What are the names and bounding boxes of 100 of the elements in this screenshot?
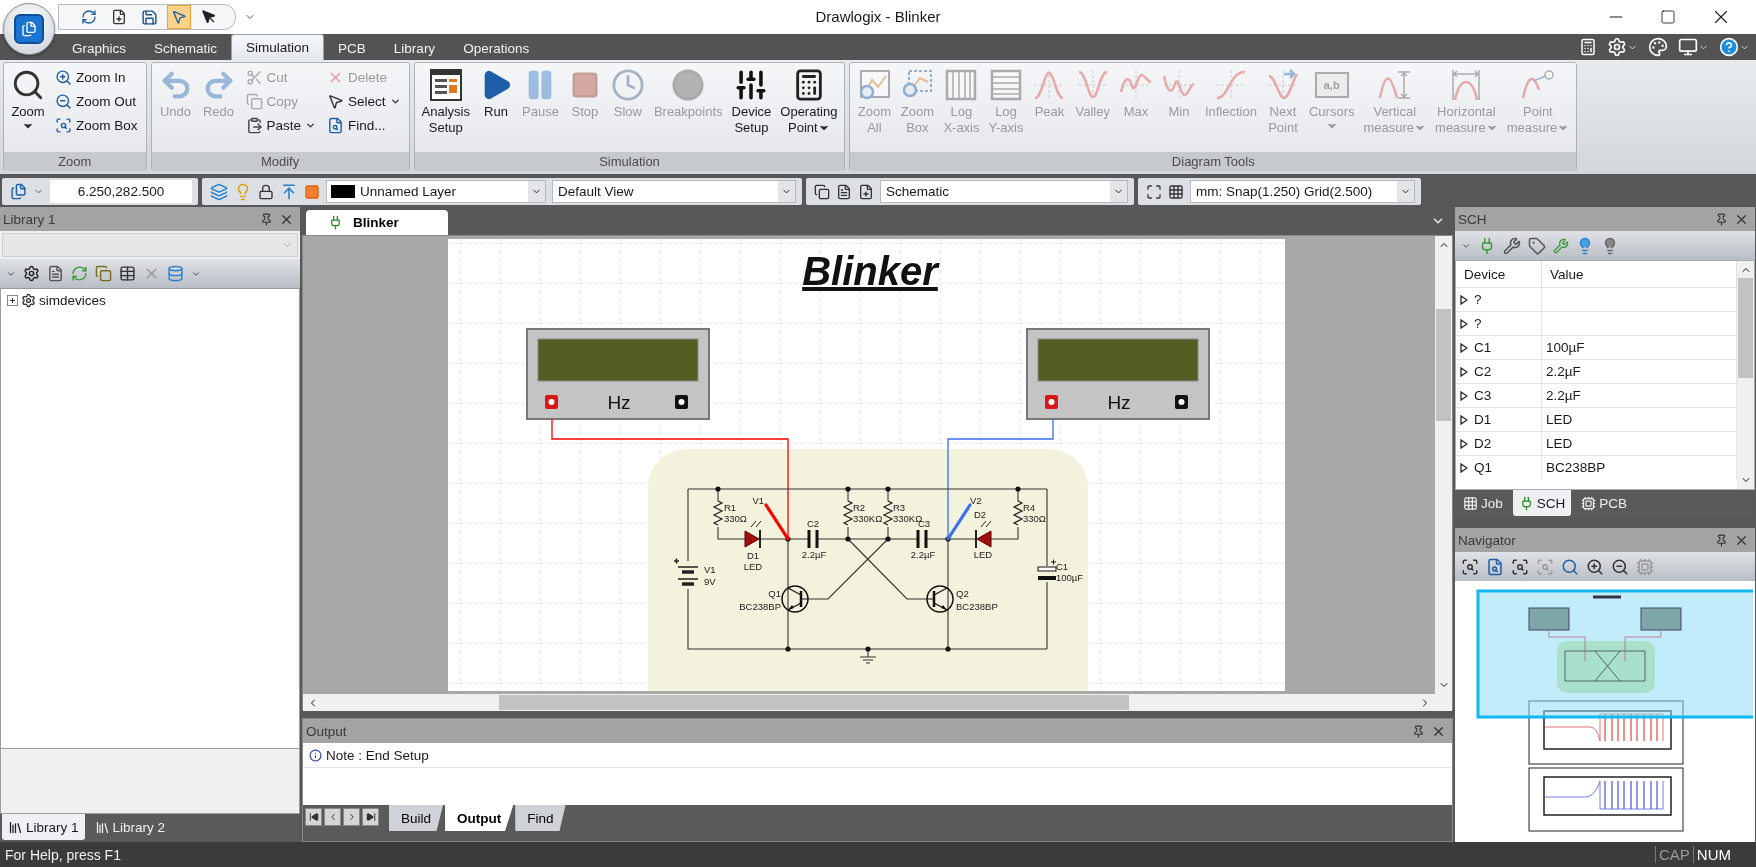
pin-icon[interactable]: [1715, 212, 1728, 226]
new-file-icon[interactable]: [858, 183, 874, 200]
junction-dot: [945, 646, 951, 652]
expand-arrow-icon[interactable]: [1460, 294, 1468, 305]
zoom-in-icon[interactable]: [1586, 557, 1604, 576]
zoom-out-icon: [55, 92, 72, 110]
table-icon[interactable]: [119, 265, 136, 282]
tag-icon[interactable]: [1528, 236, 1546, 255]
pin-icon[interactable]: [1715, 533, 1728, 547]
expand-arrow-icon[interactable]: [1460, 390, 1468, 401]
database-icon[interactable]: [167, 265, 184, 282]
expand-arrow-icon[interactable]: [1460, 438, 1468, 449]
layer-dropdown[interactable]: Unnamed Layer: [326, 180, 546, 203]
group-label: Diagram Tools: [850, 152, 1577, 171]
ribbon-button[interactable]: Zoom Out: [53, 90, 140, 112]
menu-tab[interactable]: PCB: [324, 36, 380, 60]
snap-icon[interactable]: [1146, 183, 1162, 200]
panel-tab[interactable]: Job: [1457, 490, 1509, 516]
expand-arrow-icon[interactable]: [1460, 342, 1468, 353]
help-icon[interactable]: [1719, 37, 1739, 57]
document-icon[interactable]: [47, 265, 64, 282]
coordinates-field: 6.250,282.500: [50, 180, 192, 203]
ribbon-button[interactable]: Zoom Box: [53, 114, 140, 136]
first-page-button[interactable]: [305, 808, 322, 826]
expand-icon[interactable]: [7, 295, 18, 306]
ribbon-button[interactable]: Zoom In: [53, 66, 140, 88]
sheet-dropdown[interactable]: Schematic: [880, 180, 1128, 203]
tree-item[interactable]: simdevices: [39, 293, 106, 308]
grid-icon[interactable]: [1168, 183, 1184, 200]
expand-arrow-icon[interactable]: [1460, 414, 1468, 425]
component-reference: C1: [1056, 561, 1069, 572]
palette-icon[interactable]: [1648, 37, 1668, 57]
document-icon[interactable]: [836, 183, 852, 200]
menu-tab[interactable]: Operations: [449, 36, 544, 60]
selection-icon: [327, 92, 345, 110]
arrow-up-icon[interactable]: [280, 182, 298, 201]
gear-icon[interactable]: [23, 265, 40, 282]
zoom-out-icon[interactable]: [1611, 557, 1629, 576]
panel-tab[interactable]: Output: [445, 805, 514, 831]
expand-arrow-icon[interactable]: [1460, 462, 1468, 473]
grid-dropdown[interactable]: mm: Snap(1.250) Grid(2.500): [1190, 180, 1415, 203]
lock-icon[interactable]: [258, 183, 274, 200]
document-tab[interactable]: Blinker: [306, 210, 448, 235]
setup-panel-icon: [428, 68, 463, 102]
ribbon-button[interactable]: Run: [475, 66, 517, 152]
status-text: For Help, press F1: [4, 846, 122, 863]
copy-icon[interactable]: [814, 183, 830, 200]
horizontal-scrollbar[interactable]: [303, 694, 1435, 711]
scroll-thumb[interactable]: [499, 695, 1129, 710]
table-cell: D2: [1474, 435, 1492, 452]
chart-zoom-icon: [857, 68, 892, 102]
ribbon-button[interactable]: Device Setup: [727, 66, 776, 152]
copy-icon: [245, 92, 263, 110]
layer-color-icon[interactable]: [304, 183, 320, 200]
menu-tab[interactable]: Graphics: [58, 36, 141, 60]
panel-tab[interactable]: PCB: [1575, 490, 1634, 516]
panel-tab[interactable]: Library 1: [2, 814, 85, 840]
menu-tab[interactable]: Library: [379, 36, 450, 60]
scroll-thumb[interactable]: [1738, 277, 1753, 378]
component-value: 330Ω: [724, 513, 747, 524]
last-page-button[interactable]: [362, 808, 379, 826]
vertical-scrollbar[interactable]: [1737, 261, 1754, 489]
settings-icon[interactable]: [1607, 37, 1627, 57]
panel-tab[interactable]: Build: [389, 805, 444, 831]
window-layout-icon[interactable]: [1678, 37, 1698, 57]
ribbon-button[interactable]: Paste: [243, 114, 319, 136]
wrench-icon[interactable]: [1503, 236, 1521, 255]
component-reference: R1: [724, 502, 737, 513]
expand-arrow-icon[interactable]: [1460, 318, 1468, 329]
page-search-icon[interactable]: [1486, 557, 1504, 576]
breakpoint-icon: [671, 68, 706, 102]
calculator-icon[interactable]: [1579, 38, 1597, 56]
panel-tab[interactable]: Find: [515, 805, 566, 831]
expand-arrow-icon[interactable]: [1460, 366, 1468, 377]
pin-icon[interactable]: [1412, 724, 1425, 738]
vertical-measure-icon: [1377, 68, 1412, 102]
refresh-icon[interactable]: [71, 265, 88, 282]
layers-icon[interactable]: [210, 182, 228, 201]
documents-icon: [21, 21, 37, 37]
magnifier-icon: [11, 68, 45, 102]
search-icon[interactable]: [1561, 557, 1579, 576]
wrench-icon[interactable]: [1553, 237, 1569, 254]
panel-tab[interactable]: SCH: [1512, 490, 1572, 516]
ribbon-button[interactable]: Analysis Setup: [417, 66, 474, 152]
menu-tab[interactable]: Schematic: [140, 36, 232, 60]
view-dropdown[interactable]: Default View: [552, 180, 796, 203]
junction-dot: [885, 486, 891, 492]
probe-label: V1: [752, 495, 764, 506]
pin-icon[interactable]: [260, 212, 273, 226]
ribbon-button[interactable]: Operating Point: [776, 66, 842, 152]
scroll-thumb[interactable]: [1436, 309, 1451, 421]
scissors-icon: [245, 68, 263, 86]
ribbon-button[interactable]: Find...: [325, 114, 403, 136]
menu-tab[interactable]: Simulation: [231, 34, 325, 60]
ribbon-button[interactable]: Zoom: [7, 66, 49, 152]
component-reference: Q2: [956, 588, 969, 599]
ribbon-button[interactable]: Select: [325, 90, 403, 112]
panel-tab[interactable]: Library 2: [88, 814, 172, 840]
maximize-icon[interactable]: [1660, 9, 1676, 25]
documents-icon[interactable]: [10, 183, 27, 200]
